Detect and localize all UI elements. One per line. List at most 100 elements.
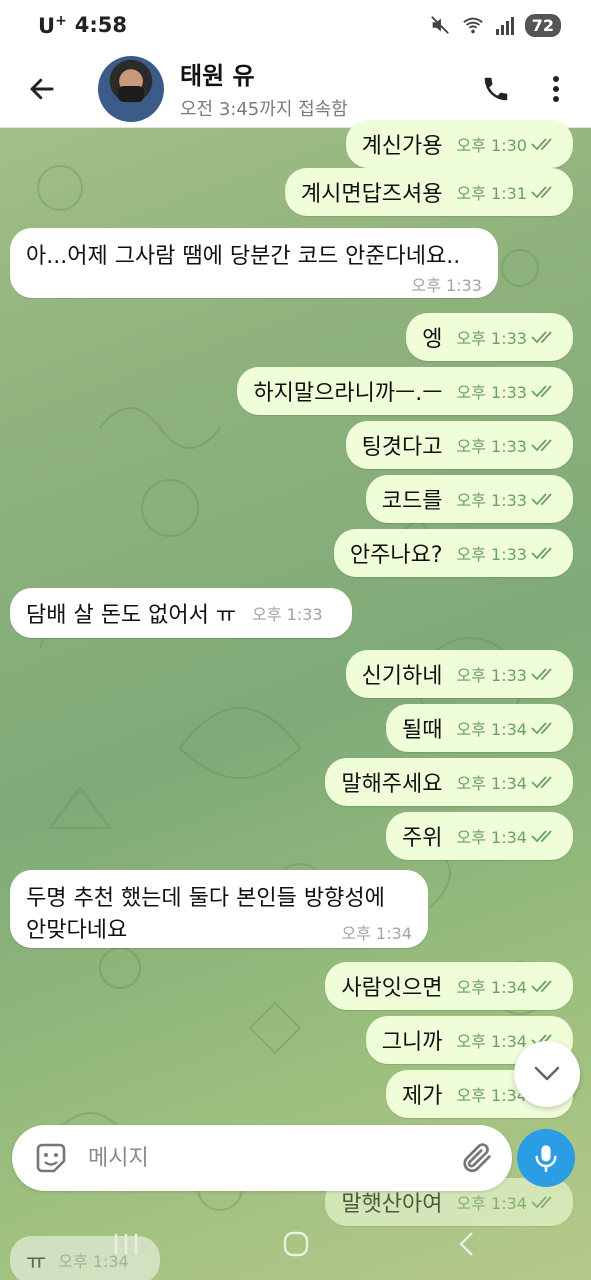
avatar-mask-shape: [118, 85, 144, 102]
message-text: 엥: [422, 327, 443, 352]
message-text: 담배 살 돈도 없어서 ㅠ: [26, 603, 237, 628]
double-check-icon: [531, 138, 552, 151]
mute-icon: [430, 16, 449, 34]
voice-record-button[interactable]: [517, 1129, 575, 1187]
message-bubble-outgoing[interactable]: 엥 오후 1:33: [406, 313, 573, 361]
message-bubble-outgoing[interactable]: 주위 오후 1:34: [386, 812, 573, 860]
header-actions: [481, 74, 561, 104]
message-bubble-outgoing[interactable]: 말해주세요 오후 1:34: [325, 758, 573, 806]
message-text: 말해주세요: [341, 772, 443, 797]
message-meta: 오후 1:33: [412, 272, 482, 296]
sticker-icon: [36, 1143, 66, 1173]
message-text: 하지말으라니까ㅡ.ㅡ: [253, 381, 443, 406]
message-last-line: 안맞다네요 오후 1:34: [26, 912, 412, 944]
message-time: 오후 1:34: [456, 720, 527, 739]
sticker-button[interactable]: [32, 1139, 70, 1177]
home-icon: [283, 1231, 308, 1257]
message-time: 오후 1:33: [456, 491, 527, 510]
recent-apps-icon: [114, 1234, 137, 1254]
double-check-icon: [531, 385, 552, 398]
message-text-line-2: 안맞다네요: [26, 918, 128, 943]
message-meta: 오후 1:33: [457, 379, 557, 403]
last-seen-status: 오전 3:45까지 접속함: [180, 99, 348, 120]
message-bubble-incoming[interactable]: 담배 살 돈도 없어서 ㅠ 오후 1:33: [10, 588, 352, 638]
message-composer: [12, 1125, 512, 1191]
message-time: 오후 1:33: [456, 666, 527, 685]
message-text: 안주나요?: [349, 543, 443, 568]
status-bar: U+ 4:58 72: [0, 0, 591, 50]
double-check-icon: [531, 776, 552, 789]
message-bubble-outgoing[interactable]: 계신가용 오후 1:30: [345, 120, 573, 168]
status-right: 72: [429, 13, 561, 37]
message-text: 제가: [402, 1084, 443, 1109]
message-text: 계시면답즈셔용: [300, 182, 443, 207]
message-text: 계신가용: [361, 134, 443, 159]
double-check-icon: [531, 830, 552, 843]
message-bubble-outgoing[interactable]: 코드를 오후 1:33: [365, 475, 573, 523]
message-meta: 오후 1:34: [457, 716, 557, 740]
message-bubble-incoming[interactable]: 두명 추천 했는데 둘다 본인들 방향성에 안맞다네요 오후 1:34: [10, 870, 428, 948]
message-bubble-outgoing[interactable]: 계시면답즈셔용 오후 1:31: [284, 168, 573, 216]
double-check-icon: [531, 722, 552, 735]
message-text: 팅겻다고: [361, 435, 443, 460]
clock: 4:58: [74, 13, 128, 37]
call-button[interactable]: [481, 74, 511, 104]
message-input[interactable]: [88, 1145, 458, 1171]
carrier-label: U+: [38, 12, 67, 38]
system-back-button[interactable]: [446, 1224, 486, 1264]
message-bubble-outgoing[interactable]: 사람잇으면 오후 1:34: [325, 962, 573, 1010]
chevron-down-icon: [534, 1066, 560, 1081]
message-text: 될때: [402, 718, 443, 743]
double-check-icon: [531, 668, 552, 681]
message-text: 신기하네: [361, 664, 443, 689]
message-time: 오후 1:34: [456, 828, 527, 847]
message-meta: 오후 1:34: [457, 770, 557, 794]
double-check-icon: [531, 439, 552, 452]
message-bubble-outgoing[interactable]: 될때 오후 1:34: [386, 704, 573, 752]
message-time: 오후 1:30: [456, 136, 527, 155]
message-text: 사람잇으면: [341, 976, 443, 1001]
status-left: U+ 4:58: [38, 13, 127, 38]
message-time: 오후 1:34: [456, 1032, 527, 1051]
scroll-to-bottom-button[interactable]: [514, 1041, 580, 1107]
message-bubble-outgoing[interactable]: 팅겻다고 오후 1:33: [345, 421, 573, 469]
more-options-button[interactable]: [551, 74, 561, 104]
chat-header: 태원 유 오전 3:45까지 접속함: [0, 50, 591, 128]
message-meta: 오후 1:33: [457, 541, 557, 565]
back-button[interactable]: [24, 71, 60, 107]
message-meta: 오후 1:33: [457, 662, 557, 686]
message-time: 오후 1:33: [411, 276, 482, 295]
message-meta: 오후 1:30: [457, 132, 557, 156]
contact-avatar[interactable]: [98, 55, 164, 122]
double-check-icon: [531, 331, 552, 344]
message-time: 오후 1:34: [456, 978, 527, 997]
recent-apps-button[interactable]: [106, 1224, 146, 1264]
message-time: 오후 1:33: [456, 383, 527, 402]
message-meta: 오후 1:33: [457, 325, 557, 349]
message-bubble-outgoing[interactable]: 신기하네 오후 1:33: [345, 650, 573, 698]
message-time: 오후 1:33: [456, 545, 527, 564]
message-text: 그니까: [381, 1030, 443, 1055]
message-bubble-outgoing[interactable]: 하지말으라니까ㅡ.ㅡ 오후 1:33: [237, 367, 573, 415]
double-check-icon: [531, 186, 552, 199]
attach-button[interactable]: [458, 1140, 494, 1176]
message-meta: 오후 1:34: [457, 824, 557, 848]
message-time: 오후 1:33: [456, 437, 527, 456]
double-check-icon: [531, 547, 552, 560]
chevron-left-icon: [458, 1232, 473, 1256]
phone-icon: [484, 77, 508, 100]
message-bubble-outgoing[interactable]: 안주나요? 오후 1:33: [333, 529, 573, 577]
home-button[interactable]: [276, 1224, 316, 1264]
message-text: 코드를: [381, 489, 443, 514]
message-time: 오후 1:33: [252, 605, 323, 624]
message-meta: 오후 1:33: [252, 601, 322, 625]
message-meta: 오후 1:33: [457, 433, 557, 457]
message-time: 오후 1:31: [456, 184, 527, 203]
more-vertical-icon: [553, 75, 559, 102]
contact-info[interactable]: 태원 유 오전 3:45까지 접속함: [180, 56, 348, 121]
message-time: 오후 1:34: [456, 774, 527, 793]
signal-icon: [495, 17, 514, 35]
double-check-icon: [531, 1196, 552, 1209]
message-meta: 오후 1:34: [457, 974, 557, 998]
message-bubble-incoming[interactable]: 아...어제 그사람 땜에 당분간 코드 안준다네요.. 오후 1:33: [10, 228, 498, 298]
